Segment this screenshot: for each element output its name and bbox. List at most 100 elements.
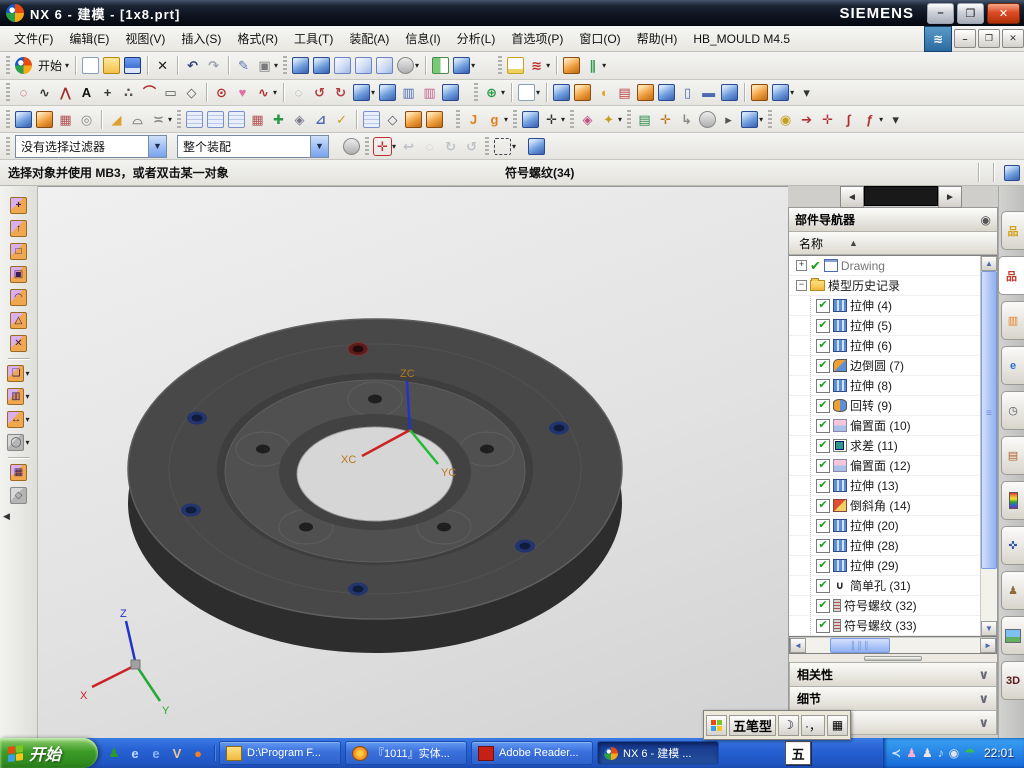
ime-mode-button[interactable]: 五笔型 <box>729 714 777 736</box>
ime-softkeyboard-icon[interactable]: ▦ <box>827 714 849 736</box>
rectangle-button[interactable]: ▭ <box>161 83 180 102</box>
tree-item[interactable]: ✔ 偏置面 (10) <box>789 416 981 436</box>
tree-item[interactable]: ✔ 拉伸 (4) <box>789 296 981 316</box>
scroll-left-button[interactable]: ◄ <box>790 638 806 653</box>
tree-item[interactable]: + ✔ Drawing <box>789 256 981 276</box>
edge-display-button[interactable]: ≋ ▾ <box>527 56 551 75</box>
tree-expander[interactable]: − <box>796 280 807 291</box>
delete-face-button[interactable]: ✕ <box>9 334 28 353</box>
tree-item[interactable]: ✔ 拉伸 (13) <box>789 476 981 496</box>
taskbar-task-nx[interactable]: NX 6 - 建模 ... <box>597 741 719 765</box>
select-within-assembly-button[interactable] <box>342 137 361 156</box>
feature-checkbox[interactable]: ✔ <box>816 298 830 313</box>
sort-ascending-icon[interactable]: ▲ <box>849 238 858 248</box>
pan-view-button[interactable]: ↺ <box>462 137 481 156</box>
taskbar-ime-button[interactable]: 五 <box>785 741 812 765</box>
tree-item[interactable]: ✔ 拉伸 (20) <box>789 516 981 536</box>
dropdown-arrow-icon[interactable]: ▾ <box>879 115 883 124</box>
information-window-button[interactable]: ◈ <box>578 110 597 129</box>
feature-checkbox[interactable]: ✔ <box>816 418 830 433</box>
chevron-down-icon[interactable]: ∨ <box>978 691 989 707</box>
dropdown-arrow-icon[interactable]: ▾ <box>273 88 277 97</box>
view-section-button[interactable] <box>521 110 540 129</box>
emboss-button[interactable]: ▤ <box>615 83 634 102</box>
scroll-left-button[interactable]: ◄ <box>840 186 864 208</box>
wcs-dynamics-button[interactable]: ✛ ▾ <box>542 110 566 129</box>
feature-checkbox[interactable]: ✔ <box>816 578 830 593</box>
snap-ball-button[interactable]: ◉ <box>776 110 795 129</box>
datum-plane-button[interactable]: ▾ <box>517 83 541 102</box>
visualization-preferences-button[interactable]: ✦ ▾ <box>599 110 623 129</box>
sew-button[interactable]: ◈ <box>290 110 309 129</box>
groove-button[interactable] <box>720 83 739 102</box>
point-button[interactable]: + <box>98 83 117 102</box>
orient-view-button[interactable]: ▾ <box>452 56 476 75</box>
role-designer-button[interactable] <box>562 56 581 75</box>
section-相关性[interactable]: 相关性 ∨ <box>789 662 997 686</box>
tree-item[interactable]: ✔ 符号螺纹 (32) <box>789 596 981 616</box>
feature-checkbox[interactable]: ✔ <box>816 398 830 413</box>
orient-view-left-button[interactable] <box>431 56 450 75</box>
lattice-surface-button[interactable]: ▦ <box>248 110 267 129</box>
feature-checkbox[interactable]: ✔ <box>816 318 830 333</box>
trim-body-button[interactable]: ◢ <box>107 110 126 129</box>
scroll-right-button[interactable]: ► <box>938 186 962 208</box>
shaded-with-edges-button[interactable] <box>291 56 310 75</box>
dropdown-arrow-icon[interactable]: ▾ <box>471 61 475 70</box>
tree-item[interactable]: ✔ 拉伸 (5) <box>789 316 981 336</box>
datum-display-button[interactable] <box>506 56 525 75</box>
face-blend-button[interactable]: g ▾ <box>485 110 509 129</box>
scroll-right-button[interactable]: ► <box>980 638 996 653</box>
csys-orientation-button[interactable]: ✛ <box>656 110 675 129</box>
dropdown-arrow-icon[interactable]: ▾ <box>790 88 794 97</box>
menu-信息I[interactable]: 信息(I) <box>397 27 448 50</box>
feature-checkbox[interactable]: ✔ <box>816 618 830 633</box>
feature-checkbox[interactable]: ✔ <box>816 378 830 393</box>
redo-button[interactable]: ↷ <box>204 56 223 75</box>
resize-face-button[interactable]: △ <box>9 311 28 330</box>
resource-tab-gallery[interactable] <box>1001 616 1024 655</box>
tree-item[interactable]: ✔ 拉伸 (6) <box>789 336 981 356</box>
tube-button[interactable]: ◎ <box>77 110 96 129</box>
resource-tab-hd3d[interactable]: 3D <box>1001 661 1024 700</box>
feature-checkbox[interactable]: ✔ <box>816 558 830 573</box>
profile-button[interactable]: ◌ <box>14 83 33 102</box>
pattern-face-button[interactable]: ▦ <box>9 463 28 482</box>
graphics-viewport[interactable]: ZC XC YC Z X Y <box>38 186 788 738</box>
maximize-button[interactable]: ❐ <box>957 2 984 24</box>
resource-tab-roles[interactable]: ♟ <box>1001 571 1024 610</box>
routing-pipes-button[interactable]: ∥ ▾ <box>583 56 607 75</box>
resource-tab-system-materials[interactable]: ▤ <box>1001 436 1024 475</box>
panel-splitter[interactable] <box>789 654 997 662</box>
replace-face-button[interactable]: ▣ <box>9 265 28 284</box>
polygon-button[interactable]: ◇ <box>182 83 201 102</box>
tree-item[interactable]: ✔ 拉伸 (8) <box>789 376 981 396</box>
nx-start-logo-button[interactable] <box>14 56 33 75</box>
layer-settings-button[interactable]: ▤ <box>635 110 654 129</box>
selection-arrow-button[interactable]: ▸ <box>719 110 738 129</box>
close-button[interactable]: ✕ <box>987 2 1020 24</box>
ime-windows-icon[interactable] <box>706 714 727 736</box>
offset-face-button[interactable]: ≍ ▾ <box>149 110 173 129</box>
tree-expander[interactable]: + <box>796 260 807 271</box>
subtract-button[interactable]: ▾ <box>771 83 795 102</box>
feature-checkbox[interactable]: ✔ <box>816 518 830 533</box>
resource-tab-part-navigator[interactable]: 品 <box>998 256 1024 295</box>
horizontal-scroll-thumb[interactable]: ║║║ <box>830 638 890 653</box>
studio-spline-button[interactable]: ∿ ▾ <box>254 83 278 102</box>
quick-extend-button[interactable]: ↺ <box>310 83 329 102</box>
scroll-down-button[interactable]: ▼ <box>981 621 997 636</box>
qq-1-icon[interactable]: ♟ <box>906 746 917 760</box>
save-part-button[interactable] <box>123 56 142 75</box>
shell-button[interactable] <box>35 110 54 129</box>
dropdown-arrow-icon[interactable]: ▾ <box>618 115 622 124</box>
dome-button[interactable]: ⌓ <box>128 110 147 129</box>
dropdown-arrow-icon[interactable]: ▾ <box>25 415 29 424</box>
ghost-body-button[interactable] <box>698 110 717 129</box>
screen-layout-button[interactable]: ▣ ▾ <box>255 56 279 75</box>
internet-explorer-2-icon[interactable]: e <box>148 745 164 761</box>
feature-checkbox[interactable]: ✔ <box>816 478 830 493</box>
dropdown-arrow-icon[interactable]: ▾ <box>602 61 606 70</box>
ime-fullhalf-moon-icon[interactable]: ☽ <box>778 714 800 736</box>
dropdown-arrow-icon[interactable]: ▼ <box>148 135 166 157</box>
